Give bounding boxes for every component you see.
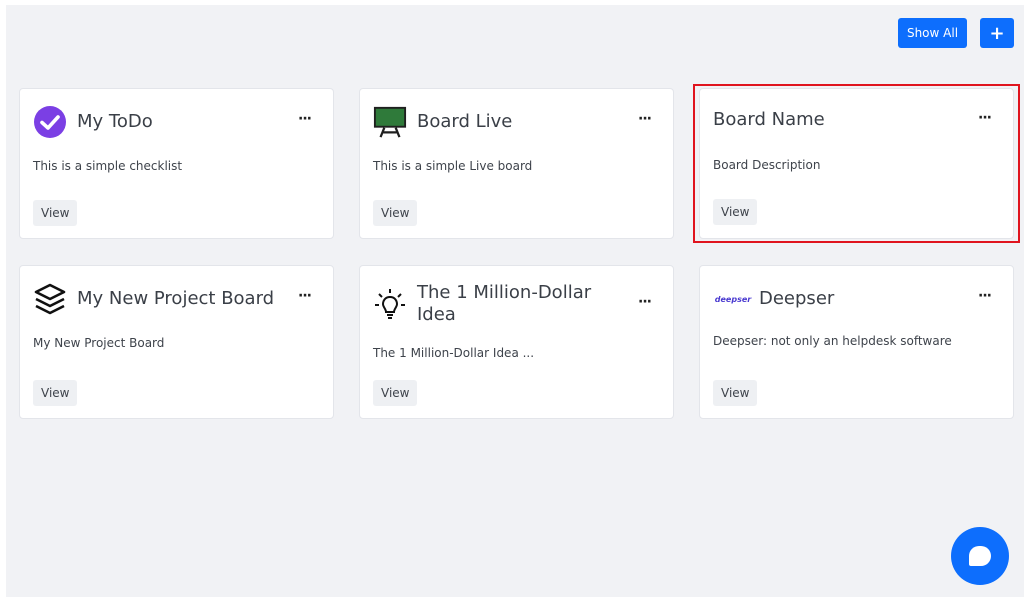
board-title: My New Project Board: [77, 288, 275, 309]
board-title: Board Live: [417, 111, 513, 132]
deepser-logo: deepser: [713, 282, 753, 316]
board-menu-icon[interactable]: ···: [298, 288, 312, 304]
view-button[interactable]: View: [33, 200, 78, 226]
chalkboard-icon: [373, 105, 407, 139]
board-card-board-live: Board Live ··· This is a simple Live boa…: [359, 88, 674, 239]
lightbulb-icon: [373, 287, 407, 321]
show-all-button[interactable]: Show All: [898, 18, 967, 48]
card-header: deepser Deepser: [713, 282, 993, 316]
view-button[interactable]: View: [713, 380, 758, 406]
board-menu-icon[interactable]: ···: [978, 288, 992, 304]
deepser-logo-text: deepser: [714, 294, 752, 304]
board-title: Deepser: [759, 288, 835, 309]
board-title: The 1 Million-Dollar Idea: [417, 282, 591, 326]
card-header: My New Project Board: [33, 282, 313, 316]
board-card-deepser: deepser Deepser ··· Deepser: not only an…: [699, 265, 1014, 419]
board-card-my-new-project-board: My New Project Board ··· My New Project …: [19, 265, 334, 419]
board-menu-icon[interactable]: ···: [298, 111, 312, 127]
check-circle-icon: [33, 105, 67, 139]
layers-icon: [33, 282, 67, 316]
board-description: Deepser: not only an helpdesk software: [713, 334, 952, 348]
board-card-my-todo: My ToDo ··· This is a simple checklist V…: [19, 88, 334, 239]
view-button[interactable]: View: [373, 200, 418, 226]
card-header: Board Name: [713, 109, 993, 131]
board-title: Board Name: [713, 109, 825, 130]
board-title-line1: The 1 Million-Dollar: [417, 282, 592, 303]
board-title: My ToDo: [77, 111, 153, 132]
view-button[interactable]: View: [713, 199, 758, 225]
card-header: Board Live: [373, 105, 653, 139]
chat-icon: [969, 546, 991, 566]
board-card-board-name: Board Name ··· Board Description View: [699, 88, 1014, 239]
board-description: This is a simple checklist: [33, 159, 183, 173]
view-button[interactable]: View: [33, 380, 78, 406]
view-button[interactable]: View: [373, 380, 418, 406]
board-description: Board Description: [713, 158, 821, 172]
card-header: The 1 Million-Dollar Idea: [373, 282, 653, 326]
add-board-button[interactable]: +: [980, 18, 1014, 48]
board-menu-icon[interactable]: ···: [638, 111, 652, 127]
card-header: My ToDo: [33, 105, 313, 139]
board-description: My New Project Board: [33, 336, 165, 350]
board-description: This is a simple Live board: [373, 159, 533, 173]
board-menu-icon[interactable]: ···: [978, 110, 992, 126]
board-card-million-dollar-idea: The 1 Million-Dollar Idea ··· The 1 Mill…: [359, 265, 674, 419]
top-border: [0, 0, 1024, 5]
left-border: [0, 0, 6, 597]
chat-launcher-button[interactable]: [951, 527, 1009, 585]
board-title-line2: Idea: [417, 304, 456, 325]
board-description: The 1 Million-Dollar Idea ...: [373, 346, 535, 360]
board-menu-icon[interactable]: ···: [638, 294, 652, 310]
